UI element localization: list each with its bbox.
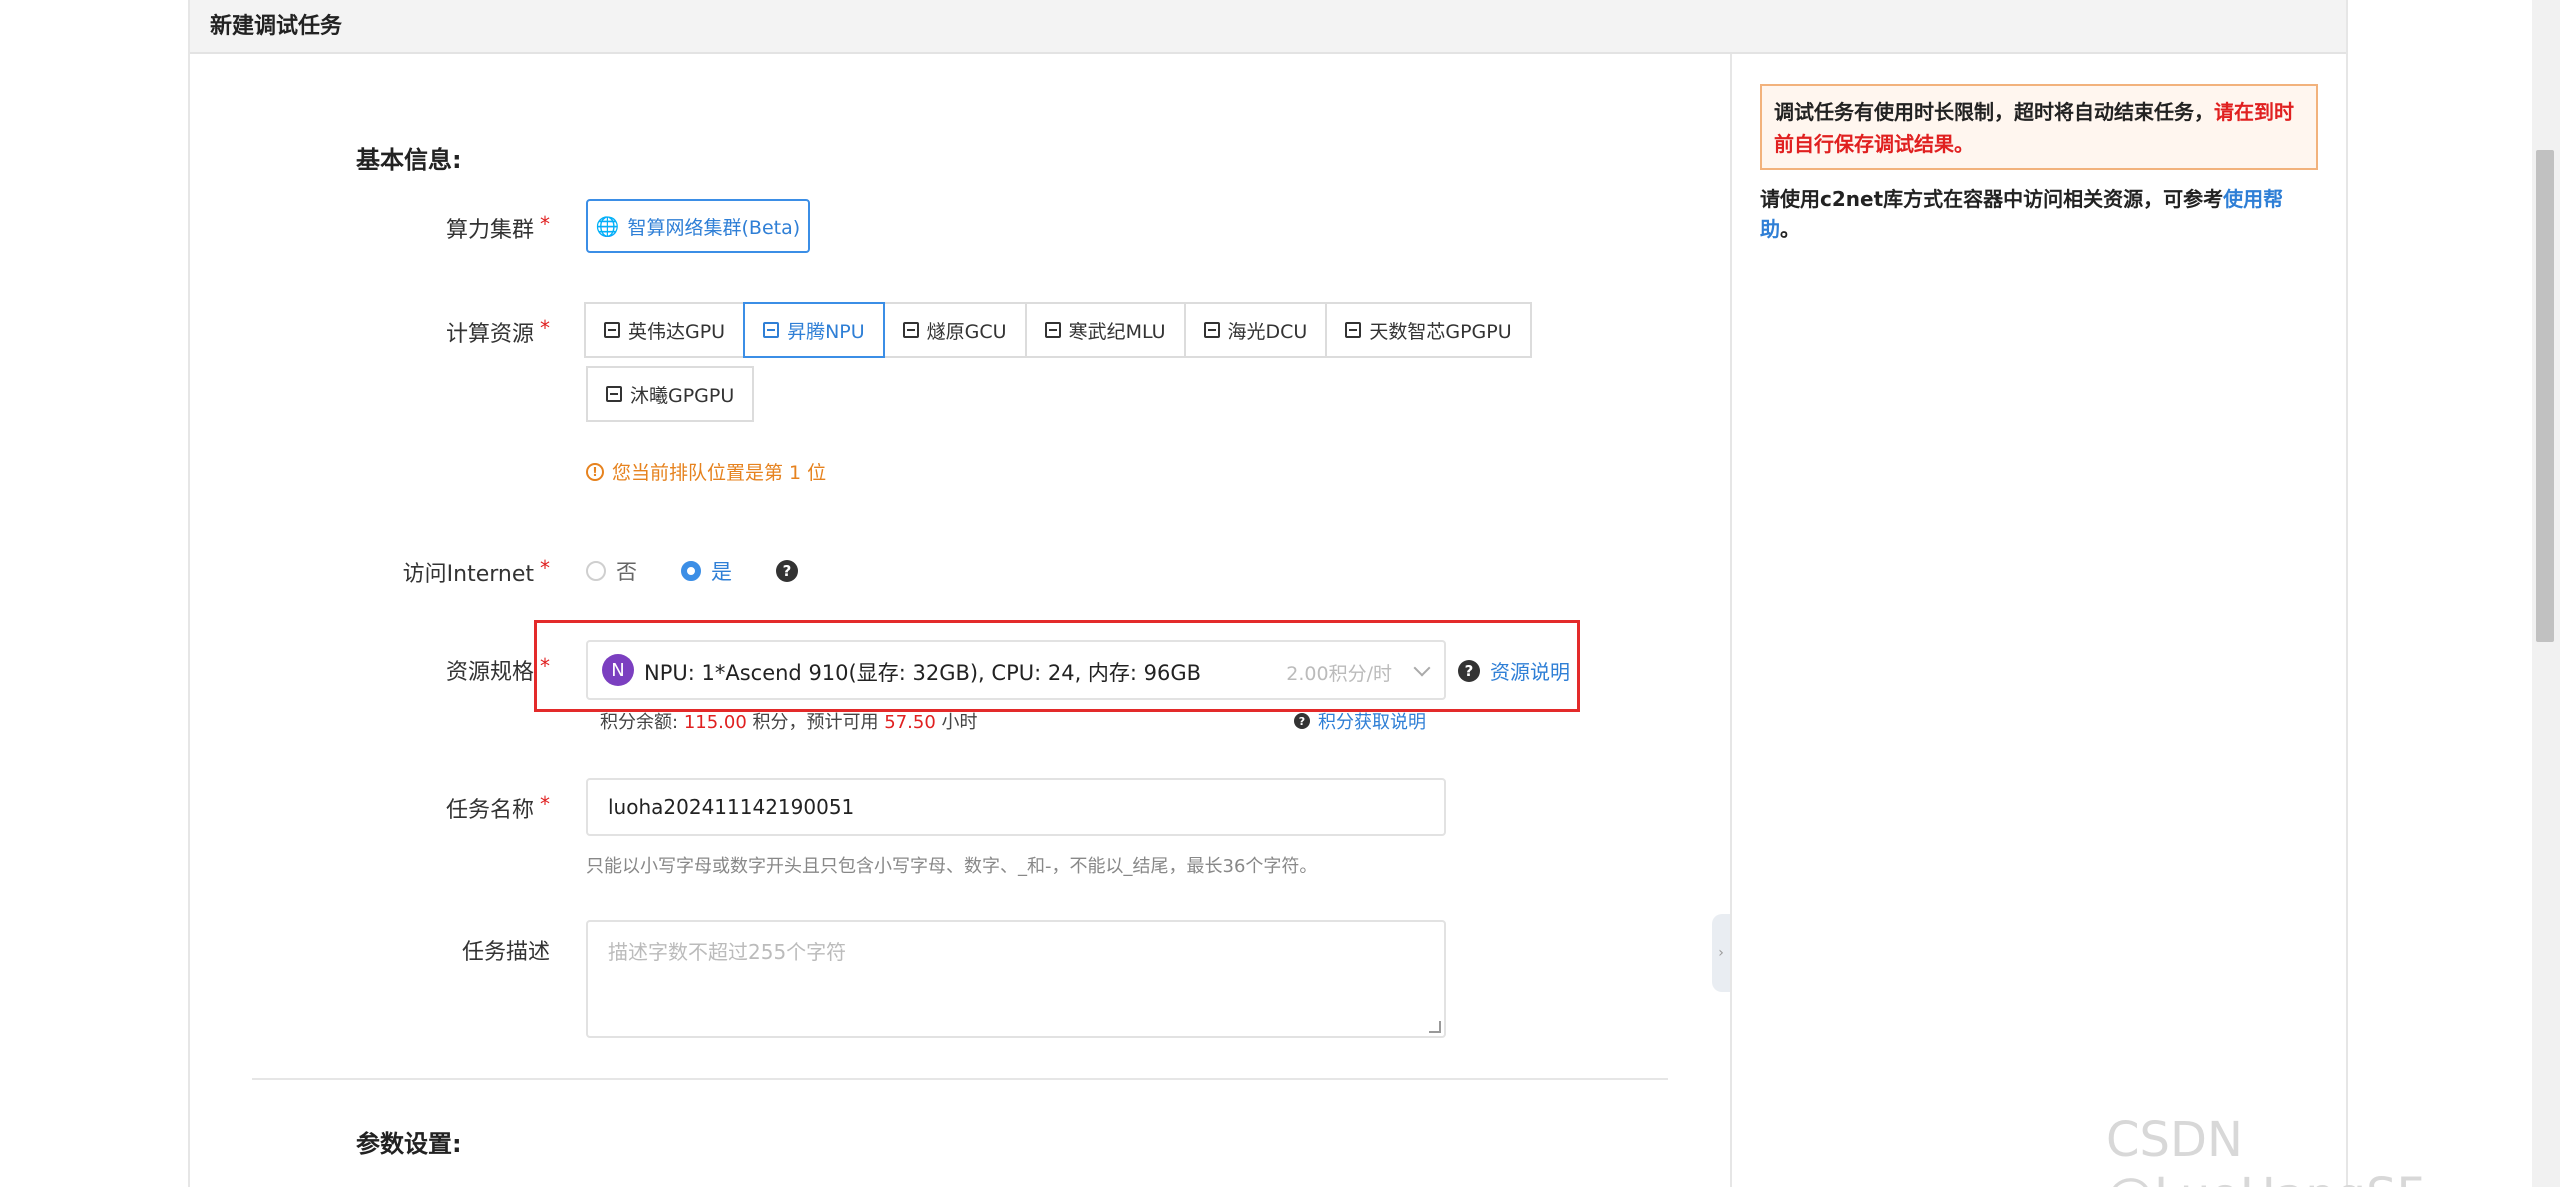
column-divider	[1730, 54, 1732, 1187]
tab-hygon-dcu[interactable]: 海光DCU	[1183, 302, 1328, 358]
title-bar: 新建调试任务	[190, 0, 2346, 54]
section-params-title: 参数设置:	[356, 1130, 462, 1158]
tab-cambricon-mlu[interactable]: 寒武纪MLU	[1024, 302, 1186, 358]
section-basic-title: 基本信息:	[356, 146, 462, 174]
spec-help-link[interactable]: ? 资源说明	[1458, 656, 1570, 685]
spec-label: 资源规格 *	[445, 654, 550, 685]
task-name-label: 任务名称 *	[445, 792, 550, 823]
watermark: CSDN @LuoHangSF	[2106, 1112, 2424, 1187]
npu-badge: N	[602, 654, 634, 686]
task-desc-label: 任务描述	[461, 940, 550, 965]
points-help-link[interactable]: ? 积分获取说明	[1294, 708, 1426, 734]
cluster-button-label: 智算网络集群(Beta)	[627, 216, 801, 239]
collapse-handle[interactable]: ›	[1712, 914, 1730, 992]
chip-icon	[763, 322, 780, 338]
radio-yes[interactable]	[681, 561, 701, 581]
question-icon[interactable]: ?	[776, 560, 798, 582]
tab-ascend-npu[interactable]: 昇腾NPU	[743, 302, 885, 358]
tab-iluvatar-gpgpu[interactable]: 天数智芯GPGPU	[1325, 302, 1532, 358]
chip-icon	[606, 386, 622, 402]
usage-text: 请使用c2net库方式在容器中访问相关资源，可参考使用帮助。	[1760, 187, 2284, 241]
compute-label: 计算资源 *	[445, 316, 550, 347]
points-balance: 积分余额: 115.00 积分，预计可用 57.50 小时	[600, 712, 978, 733]
required-mark: *	[540, 556, 550, 580]
time-limit-notice: 调试任务有使用时长限制，超时将自动结束任务，请在到时前自行保存调试结果。	[1760, 84, 2318, 170]
required-mark: *	[540, 654, 550, 678]
required-mark: *	[540, 792, 550, 816]
internet-label: 访问Internet *	[402, 556, 550, 587]
spec-value: NPU: 1*Ascend 910(显存: 32GB), CPU: 24, 内存…	[644, 661, 1202, 685]
chip-icon	[1203, 322, 1220, 338]
internet-radio-group: 否 是 ?	[586, 556, 798, 586]
radio-no-label[interactable]: 否	[616, 556, 637, 586]
task-name-hint: 只能以小写字母或数字开头且只包含小写字母、数字、_和-，不能以_结尾，最长36个…	[586, 856, 1318, 877]
cluster-label: 算力集群 *	[445, 212, 550, 243]
required-mark: *	[540, 212, 550, 236]
warning-icon: !	[586, 462, 604, 481]
chip-icon	[604, 322, 620, 338]
spec-select[interactable]: N NPU: 1*Ascend 910(显存: 32GB), CPU: 24, …	[586, 640, 1446, 700]
tab-metax-gpgpu[interactable]: 沐曦GPGPU	[586, 366, 755, 422]
scrollbar-thumb[interactable]	[2536, 150, 2554, 642]
task-desc-placeholder: 描述字数不超过255个字符	[608, 940, 847, 964]
radio-yes-label[interactable]: 是	[711, 556, 732, 586]
section-divider	[252, 1078, 1668, 1080]
spec-price: 2.00积分/时	[1286, 663, 1392, 685]
globe-icon: 🌐	[595, 215, 620, 238]
compute-tabs: 英伟达GPU 昇腾NPU 燧原GCU 寒武纪MLU 海光DCU 天数智芯GPGP…	[584, 302, 1532, 358]
compute-tabs-row2: 沐曦GPGPU	[586, 366, 755, 422]
tab-enflame-gcu[interactable]: 燧原GCU	[882, 302, 1027, 358]
question-icon: ?	[1458, 659, 1480, 682]
cluster-button[interactable]: 🌐 智算网络集群(Beta)	[586, 199, 810, 253]
chevron-down-icon	[1413, 659, 1431, 677]
task-desc-textarea[interactable]: 描述字数不超过255个字符	[586, 920, 1446, 1038]
chip-icon	[1044, 322, 1061, 338]
required-mark: *	[540, 316, 550, 340]
page-title: 新建调试任务	[210, 14, 343, 39]
question-icon: ?	[1294, 713, 1310, 729]
task-name-input[interactable]: luoha202411142190051	[586, 778, 1446, 836]
chip-icon	[1345, 322, 1362, 338]
chip-icon	[902, 322, 919, 338]
radio-no[interactable]	[586, 561, 606, 581]
tab-nvidia-gpu[interactable]: 英伟达GPU	[584, 302, 746, 358]
queue-position: ! 您当前排队位置是第 1 位	[586, 458, 826, 485]
resize-handle[interactable]	[1429, 1021, 1441, 1033]
